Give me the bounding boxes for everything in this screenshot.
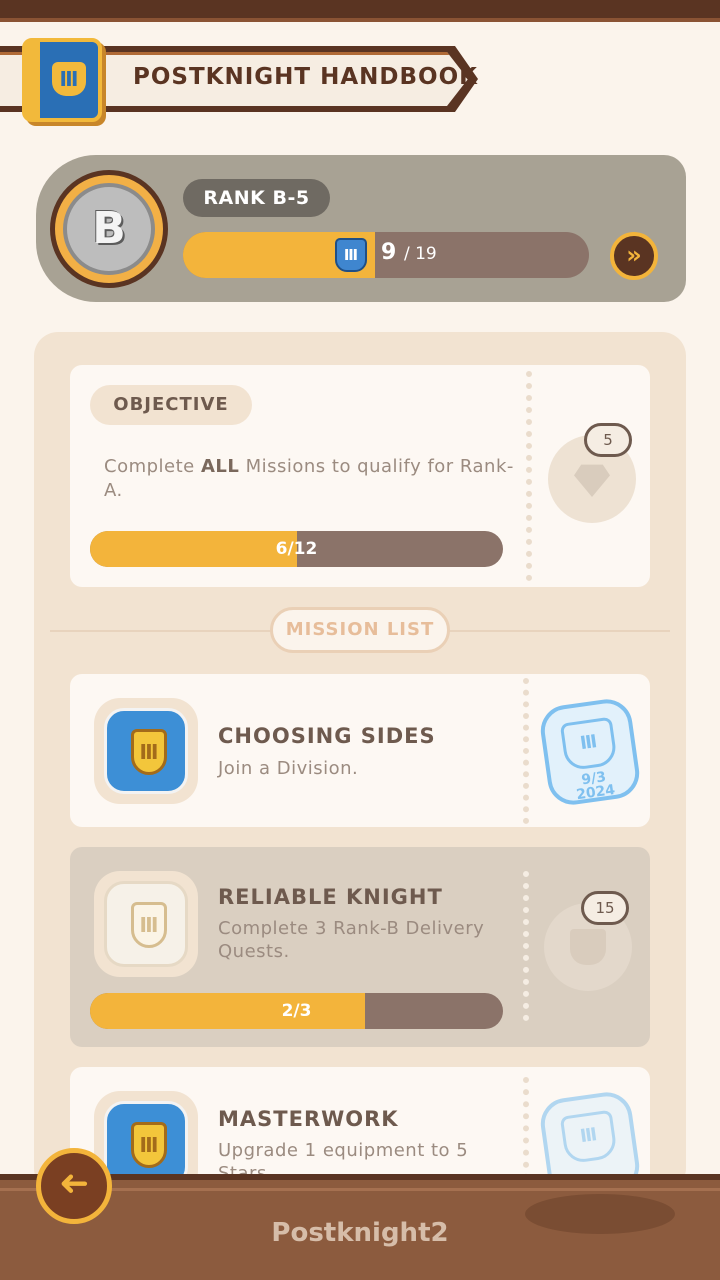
completed-stamp-icon: Ⅲ 9/3 2024 (537, 696, 643, 808)
mission-card[interactable]: Ⅲ CHOOSING SIDES Join a Division. Ⅲ 9/3 2… (70, 674, 650, 827)
mission-card[interactable]: Ⅲ RELIABLE KNIGHT Complete 3 Rank-B Deli… (70, 847, 650, 1047)
double-chevron-icon: » (626, 241, 642, 269)
mission-description: Join a Division. (218, 758, 359, 779)
shield-emblem-icon: Ⅲ (131, 729, 167, 775)
objective-description: Complete ALL Missions to qualify for Ran… (104, 456, 514, 501)
objective-label: OBJECTIVE (90, 385, 252, 425)
shield-emblem-icon: Ⅲ (131, 1122, 167, 1168)
rank-medal-letter: B (92, 203, 126, 254)
mission-list-label: MISSION LIST (270, 607, 450, 653)
top-border (0, 0, 720, 22)
mission-progress-text: 2/3 (281, 1001, 312, 1021)
objective-progress-bar: 6/12 (90, 531, 503, 567)
knight-emblem-icon: Ⅲ (52, 62, 86, 96)
reward-count-badge: 15 (581, 891, 629, 925)
rank-medal: B (50, 170, 168, 288)
knight-emblem-icon: Ⅲ (335, 238, 367, 272)
back-button[interactable]: ➜ (36, 1148, 112, 1224)
handbook-icon: Ⅲ (22, 38, 102, 122)
rank-label: RANK B-5 (183, 179, 330, 217)
mission-badge: Ⅲ (94, 871, 198, 977)
mission-title: CHOOSING SIDES (218, 724, 436, 748)
objective-progress-text: 6/12 (275, 539, 318, 559)
mission-description: Complete 3 Rank-B Delivery Quests. (218, 918, 485, 962)
objective-card: OBJECTIVE Complete ALL Missions to quali… (70, 365, 650, 587)
rank-progress-bar: Ⅲ 9 / 19 (183, 232, 589, 278)
mission-title: MASTERWORK (218, 1107, 399, 1131)
reward-count-badge: 5 (584, 423, 632, 457)
game-logo: Postknight2 (271, 1218, 449, 1248)
mission-progress-bar: 2/3 (90, 993, 503, 1029)
rank-progress-total: / 19 (403, 244, 437, 264)
gem-icon (574, 464, 610, 497)
mission-title: RELIABLE KNIGHT (218, 885, 443, 909)
rank-progress-current: 9 (381, 240, 397, 265)
mission-badge: Ⅲ (94, 698, 198, 804)
rank-next-button[interactable]: » (610, 232, 658, 280)
page-title: POSTKNIGHT HANDBOOK (133, 64, 478, 90)
shield-icon (570, 929, 606, 965)
shield-emblem-icon: Ⅲ (131, 902, 167, 948)
back-arrow-icon: ➜ (58, 1163, 90, 1204)
